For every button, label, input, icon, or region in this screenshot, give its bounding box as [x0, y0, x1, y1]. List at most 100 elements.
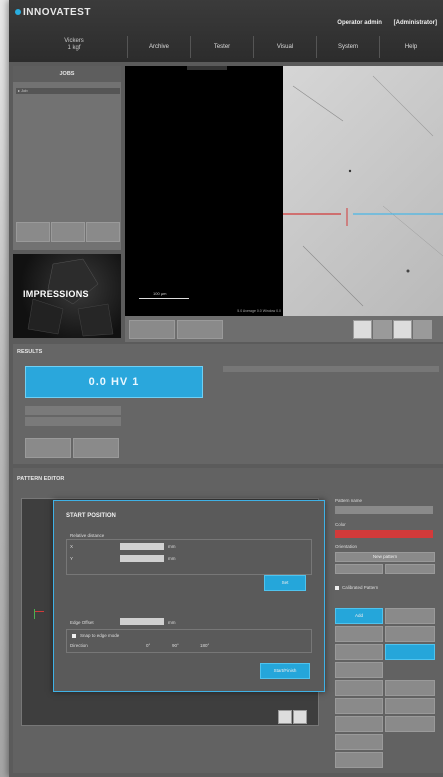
edge-unit: mm [168, 620, 176, 625]
x-label: X [70, 544, 74, 549]
orientation-button-2[interactable] [385, 564, 435, 574]
result-field-1[interactable] [25, 406, 121, 415]
pattern-origin-green [34, 609, 35, 619]
grid-button-10[interactable] [335, 698, 383, 714]
jobs-item-label: Job [21, 88, 28, 93]
set-button[interactable]: Set [264, 575, 306, 591]
results-button-2[interactable] [73, 438, 119, 458]
logo-text: INNOVATEST [23, 7, 91, 18]
results-title: RESULTS [17, 349, 43, 355]
pattern-name-label: Pattern name [335, 498, 363, 503]
image-info: 5.0 Average 0.0 Window 0.0 [237, 309, 281, 313]
method-selector[interactable]: Vickers 1 kgf [39, 38, 109, 52]
snap-label: Snap to edge mode [80, 633, 120, 638]
jobs-list-item[interactable]: ▸ Job [16, 88, 120, 94]
jobs-panel: JOBS ▸ Job [13, 66, 121, 250]
search-icon[interactable] [373, 320, 392, 339]
user-info: Operator admin [Administrator] [327, 20, 437, 26]
relative-group [66, 539, 312, 575]
new-pattern-button[interactable]: New pattern [335, 552, 435, 562]
grid-button-11[interactable] [385, 698, 435, 714]
pattern-btn-small-2[interactable] [293, 710, 307, 724]
snap-checkbox[interactable] [72, 634, 76, 638]
edge-offset-input[interactable] [120, 618, 164, 625]
grid-button-4[interactable] [385, 626, 435, 642]
grid-button-13[interactable] [385, 716, 435, 732]
grid-button-14[interactable] [335, 734, 383, 750]
grid-button-15[interactable] [335, 752, 383, 768]
start-position-dialog: START POSITION Relative distance X mm Y … [53, 500, 325, 692]
calibrated-checkbox[interactable] [335, 586, 339, 590]
top-bar: INNOVATEST Operator admin [Administrator… [9, 0, 443, 62]
scale-label: 100 µm [153, 291, 167, 296]
pattern-name-input[interactable] [335, 506, 433, 514]
app-logo: INNOVATEST [15, 7, 91, 18]
color-label: Color [335, 522, 346, 527]
results-list-bar [223, 366, 439, 372]
grid-button-12[interactable] [335, 716, 383, 732]
logo-dot-icon [15, 9, 21, 16]
pattern-btn-small-1[interactable] [278, 710, 292, 724]
impressions-image: IMPRESSIONS [13, 254, 121, 338]
image-toolbar [125, 316, 443, 342]
pattern-origin-red [34, 611, 44, 612]
grid-button-6[interactable] [385, 644, 435, 660]
method-load: 1 kgf [67, 45, 81, 51]
grid-button-8[interactable] [335, 680, 383, 696]
angle-180[interactable]: 180° [200, 643, 209, 648]
grid-button-7[interactable] [335, 662, 383, 678]
nav-archive[interactable]: Archive [127, 36, 190, 58]
calibrated-label: Calibrated Pattern [342, 585, 379, 590]
image-tool-button-1[interactable] [129, 320, 175, 339]
result-field-2[interactable] [25, 417, 121, 426]
user-name: Operator admin [337, 20, 382, 26]
y-label: Y [70, 556, 74, 561]
impressions-text: IMPRESSIONS [23, 289, 89, 299]
image-tool-button-2[interactable] [177, 320, 223, 339]
grid-button-9[interactable] [385, 680, 435, 696]
micrograph-view [283, 66, 443, 316]
x-input[interactable] [120, 543, 164, 550]
angle-90[interactable]: 90° [172, 643, 179, 648]
pattern-editor-title: PATTERN EDITOR [17, 476, 65, 482]
live-camera-view: 100 µm 5.0 Average 0.0 Window 0.0 [125, 66, 283, 316]
grid-icon[interactable] [413, 320, 432, 339]
pattern-editor-panel: PATTERN EDITOR START POSITION Relative d… [13, 468, 443, 773]
jobs-button-3[interactable] [86, 222, 120, 242]
grid-button-2[interactable] [385, 608, 435, 624]
grid-button-5[interactable] [335, 644, 383, 660]
micrograph-graphic [283, 75, 443, 307]
direction-label: Direction [70, 643, 88, 648]
y-input[interactable] [120, 555, 164, 562]
relative-label: Relative distance [70, 533, 105, 538]
nav-help[interactable]: Help [379, 36, 442, 58]
nav-system[interactable]: System [316, 36, 379, 58]
grid-button-3[interactable] [335, 626, 383, 642]
zoom-icon[interactable] [353, 320, 372, 339]
jobs-button-1[interactable] [16, 222, 50, 242]
start-finish-button[interactable]: Start/Finish [260, 663, 310, 679]
x-unit: mm [168, 544, 176, 549]
orientation-label: Orientation [335, 544, 358, 549]
camera-label-bar [187, 66, 227, 70]
app-window: INNOVATEST Operator admin [Administrator… [9, 0, 443, 777]
method-name: Vickers [64, 38, 84, 44]
color-selector[interactable] [335, 530, 433, 538]
results-panel: RESULTS 0.0 HV 1 [13, 344, 443, 464]
view-icon[interactable] [393, 320, 412, 339]
result-value-box: 0.0 HV 1 [25, 366, 203, 398]
orientation-button-1[interactable] [335, 564, 383, 574]
nav-tester[interactable]: Tester [190, 36, 253, 58]
user-role: [Administrator] [393, 20, 437, 26]
y-unit: mm [168, 556, 176, 561]
nav-visual[interactable]: Visual [253, 36, 316, 58]
jobs-title: JOBS [13, 66, 121, 82]
main-nav: Archive Tester Visual System Help [127, 36, 442, 58]
jobs-button-2[interactable] [51, 222, 85, 242]
angle-0[interactable]: 0° [146, 643, 150, 648]
dialog-title: START POSITION [66, 513, 116, 519]
results-button-1[interactable] [25, 438, 71, 458]
grid-button-add[interactable]: Add [335, 608, 383, 624]
scale-bar [139, 298, 189, 299]
edge-offset-label: Edge Offset [70, 620, 94, 625]
